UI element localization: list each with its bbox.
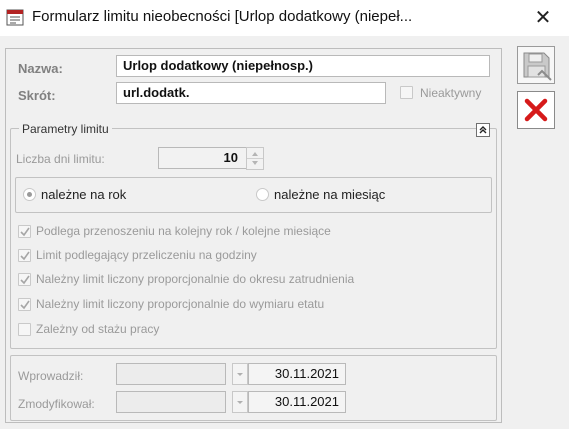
chevron-down-icon [237,373,243,376]
option-checkbox-3[interactable] [18,273,31,286]
days-label: Liczba dni limitu: [16,152,105,166]
red-x-icon [524,98,548,122]
option-label-4: Należny limit liczony proporcjonalnie do… [36,297,325,311]
option-label-5: Zależny od stażu pracy [36,322,160,336]
dialog-client: Nazwa: Urlop dodatkowy (niepełnosp.) Skr… [0,36,569,429]
spinner-arrows-icon [247,152,263,165]
limit-parameters-title: Parametry limitu [19,122,112,136]
option-label-2: Limit podlegający przeliczeniu na godzin… [36,248,257,262]
collapse-icon[interactable] [476,123,490,137]
option-checkbox-1[interactable] [18,225,31,238]
checkmark-icon [20,227,30,237]
modified-user-field[interactable] [116,391,226,413]
entered-label: Wprowadził: [18,369,84,383]
days-input[interactable]: 10 [158,147,247,169]
modified-date-dropdown[interactable] [232,391,248,413]
option-label-1: Podlega przenoszeniu na kolejny rok / ko… [36,224,331,238]
modified-label: Zmodyfikował: [18,397,95,411]
per-year-label: należne na rok [41,187,127,202]
option-checkbox-2[interactable] [18,249,31,262]
days-spinner[interactable] [246,147,264,170]
short-field[interactable]: url.dodatk. [116,82,386,104]
option-checkbox-5[interactable] [18,323,31,336]
per-month-label: należne na miesiąc [274,187,386,202]
name-field[interactable]: Urlop dodatkowy (niepełnosp.) [116,55,490,77]
inactive-label: Nieaktywny [420,86,482,100]
cancel-button[interactable] [517,91,555,129]
form-app-icon [6,9,24,26]
floppy-disk-icon [523,52,552,81]
window-title: Formularz limitu nieobecności [Urlop dod… [32,8,413,25]
entered-date-dropdown[interactable] [232,363,248,385]
close-icon[interactable]: ✕ [531,6,555,30]
title-bar: Formularz limitu nieobecności [Urlop dod… [0,0,569,36]
inactive-checkbox[interactable] [400,86,413,99]
checkmark-icon [20,275,30,285]
chevron-down-icon [237,401,243,404]
short-label: Skrót: [18,88,56,103]
name-label: Nazwa: [18,61,63,76]
double-chevron-up-icon [479,126,487,134]
per-month-radio[interactable] [256,188,269,201]
main-panel: Nazwa: Urlop dodatkowy (niepełnosp.) Skr… [5,48,502,423]
per-year-radio[interactable] [23,188,36,201]
checkmark-icon [20,300,30,310]
option-label-3: Należny limit liczony proporcjonalnie do… [36,272,355,286]
checkmark-icon [20,251,30,261]
save-button[interactable] [517,46,555,84]
entered-user-field[interactable] [116,363,226,385]
modified-date-field[interactable]: 30.11.2021 [248,391,346,413]
entered-date-field[interactable]: 30.11.2021 [248,363,346,385]
option-checkbox-4[interactable] [18,298,31,311]
